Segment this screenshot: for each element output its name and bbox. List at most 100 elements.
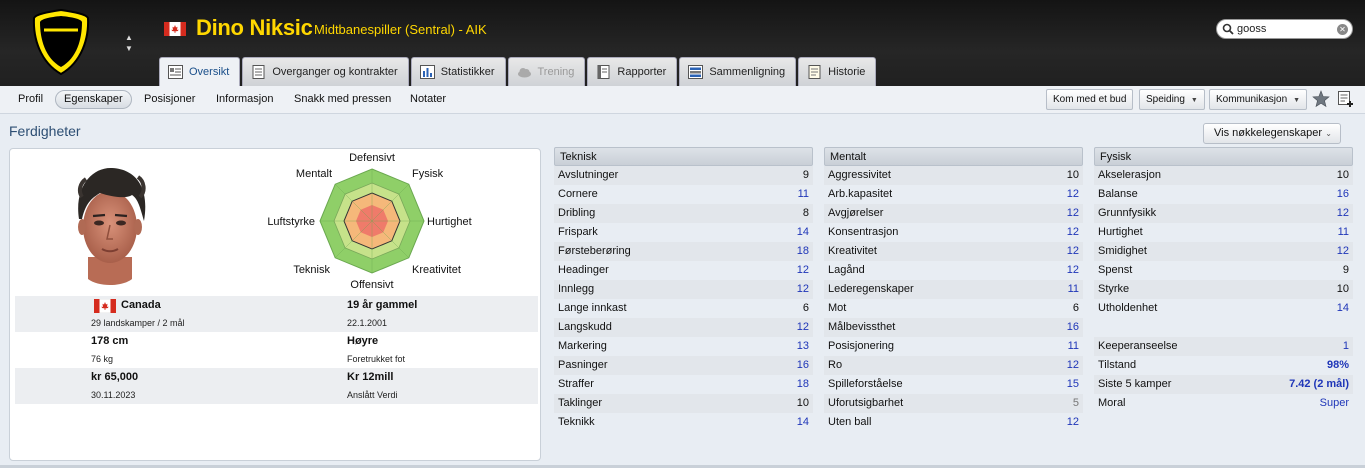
attribute-name: Taklinger: [558, 397, 603, 409]
attribute-row[interactable]: Langskudd 12: [554, 318, 813, 337]
attribute-row[interactable]: Spenst 9: [1094, 261, 1353, 280]
attribute-row[interactable]: Kreativitet 12: [824, 242, 1083, 261]
attribute-row[interactable]: Balanse 16: [1094, 185, 1353, 204]
attribute-row[interactable]: Lange innkast 6: [554, 299, 813, 318]
attribute-row[interactable]: Smidighet 12: [1094, 242, 1353, 261]
attribute-row[interactable]: Keeperanseelse 1: [1094, 337, 1353, 356]
attribute-value: 9: [802, 169, 809, 181]
player-switch-arrows[interactable]: ▲ ▼: [122, 32, 136, 56]
scouting-label: Speiding: [1146, 94, 1185, 105]
arrow-down-icon[interactable]: ▼: [122, 43, 136, 54]
attribute-row[interactable]: Taklinger 10: [554, 394, 813, 413]
make-offer-button[interactable]: Kom med et bud: [1046, 89, 1134, 110]
attribute-row[interactable]: Målbevissthet 16: [824, 318, 1083, 337]
subnav-informasjon[interactable]: Informasjon: [208, 90, 281, 109]
attribute-row[interactable]: Ro 12: [824, 356, 1083, 375]
attribute-row[interactable]: Akselerasjon 10: [1094, 166, 1353, 185]
attribute-value: 15: [1066, 378, 1079, 390]
attribute-row[interactable]: Grunnfysikk 12: [1094, 204, 1353, 223]
attribute-row[interactable]: Hurtighet 11: [1094, 223, 1353, 242]
attribute-value: 9: [1342, 264, 1349, 276]
attribute-row[interactable]: Uforutsigbarhet 5: [824, 394, 1083, 413]
player-name: Dino Niksic: [196, 15, 313, 40]
attribute-name: Uforutsigbarhet: [828, 397, 904, 409]
attribute-row[interactable]: Markering 13: [554, 337, 813, 356]
attribute-row[interactable]: Aggressivitet 10: [824, 166, 1083, 185]
attribute-row[interactable]: Posisjonering 11: [824, 337, 1083, 356]
tab-label: Sammenligning: [709, 66, 786, 78]
arrow-up-icon[interactable]: ▲: [122, 32, 136, 43]
attribute-row[interactable]: Pasninger 16: [554, 356, 813, 375]
attribute-name: Teknikk: [558, 416, 595, 428]
sub-navigation: Profil Egenskaper Posisjoner Informasjon…: [0, 86, 1365, 114]
attribute-row[interactable]: Lagånd 12: [824, 261, 1083, 280]
search-input[interactable]: [1237, 22, 1337, 36]
attribute-name: Uten ball: [828, 416, 872, 428]
subnav-notater[interactable]: Notater: [402, 90, 454, 109]
estimated-value: Kr 12mill: [347, 371, 394, 383]
attribute-row[interactable]: Spilleforståelse 15: [824, 375, 1083, 394]
attribute-value: Super: [1319, 397, 1349, 409]
attribute-row[interactable]: Avslutninger 9: [554, 166, 813, 185]
subnav-posisjoner[interactable]: Posisjoner: [136, 90, 203, 109]
tab-trening[interactable]: Trening: [507, 57, 586, 86]
attribute-row[interactable]: Frispark 14: [554, 223, 813, 242]
attribute-row[interactable]: Headinger 12: [554, 261, 813, 280]
tab-statistikker[interactable]: Statistikker: [410, 57, 506, 86]
attribute-name: Moral: [1098, 397, 1126, 409]
attribute-row[interactable]: Innlegg 12: [554, 280, 813, 299]
attribute-row[interactable]: Arb.kapasitet 12: [824, 185, 1083, 204]
attribute-row[interactable]: Straffer 18: [554, 375, 813, 394]
nation-name[interactable]: Canada: [121, 299, 161, 311]
tab-sammenligning[interactable]: Sammenligning: [679, 57, 797, 86]
attribute-row[interactable]: Styrke 10: [1094, 280, 1353, 299]
communication-label: Kommunikasjon: [1216, 94, 1288, 105]
attribute-name: Styrke: [1098, 283, 1130, 295]
scouting-dropdown[interactable]: Speiding ▼: [1139, 89, 1205, 110]
attribute-value: 10: [1336, 169, 1349, 181]
attribute-row[interactable]: Utholdenhet 14: [1094, 299, 1353, 318]
attribute-value: 11: [1067, 340, 1079, 352]
attribute-row[interactable]: Mot 6: [824, 299, 1083, 318]
attribute-name: Innlegg: [558, 283, 595, 295]
add-note-icon[interactable]: [1338, 91, 1354, 108]
attribute-name: Aggressivitet: [828, 169, 891, 181]
radar-label-fysisk: Fysisk: [412, 168, 444, 180]
search-box[interactable]: ✕: [1216, 19, 1353, 39]
attribute-value: 6: [1072, 302, 1079, 314]
tab-overganger[interactable]: Overganger og kontrakter: [242, 57, 409, 86]
attribute-row[interactable]: Tilstand 98%: [1094, 356, 1353, 375]
attribute-name: Lagånd: [828, 264, 865, 276]
attribute-row[interactable]: Cornere 11: [554, 185, 813, 204]
club-badge-icon[interactable]: [30, 8, 92, 76]
attribute-name: Utholdenhet: [1098, 302, 1158, 314]
star-icon[interactable]: [1312, 90, 1330, 108]
key-attributes-dropdown[interactable]: Vis nøkkelegenskaper ⌄: [1203, 123, 1341, 144]
tab-historie[interactable]: Historie: [798, 57, 877, 86]
subnav-egenskaper[interactable]: Egenskaper: [55, 90, 132, 109]
attribute-row[interactable]: Dribling 8: [554, 204, 813, 223]
player-age: 19 år gammel: [347, 299, 418, 311]
attribute-row[interactable]: Siste 5 kamper 7.42 (2 mål): [1094, 375, 1353, 394]
attribute-row[interactable]: Uten ball 12: [824, 413, 1083, 432]
attribute-value: 10: [796, 397, 809, 409]
subnav-snakk-med-pressen[interactable]: Snakk med pressen: [286, 90, 399, 109]
attribute-row[interactable]: Avgjørelser 12: [824, 204, 1083, 223]
clear-search-icon[interactable]: ✕: [1337, 24, 1348, 35]
communication-dropdown[interactable]: Kommunikasjon ▼: [1209, 89, 1308, 110]
chevron-down-icon: ▼: [1293, 97, 1301, 104]
player-role[interactable]: Midtbanespiller (Sentral) - AIK: [314, 22, 487, 37]
attribute-name: Mot: [828, 302, 847, 314]
tab-rapporter[interactable]: Rapporter: [587, 57, 678, 86]
attribute-row[interactable]: Førsteberøring 18: [554, 242, 813, 261]
attribute-row[interactable]: Teknikk 14: [554, 413, 813, 432]
attribute-name: Arb.kapasitet: [828, 188, 893, 200]
tab-oversikt[interactable]: Oversikt: [159, 57, 241, 86]
tab-label: Statistikker: [440, 66, 495, 78]
attribute-value: 12: [1066, 245, 1079, 257]
attribute-row[interactable]: Konsentrasjon 12: [824, 223, 1083, 242]
attribute-row[interactable]: Moral Super: [1094, 394, 1353, 413]
subnav-profil[interactable]: Profil: [10, 90, 51, 109]
estimated-value-label: Anslått Verdi: [347, 390, 398, 400]
attribute-row[interactable]: Lederegenskaper 11: [824, 280, 1083, 299]
